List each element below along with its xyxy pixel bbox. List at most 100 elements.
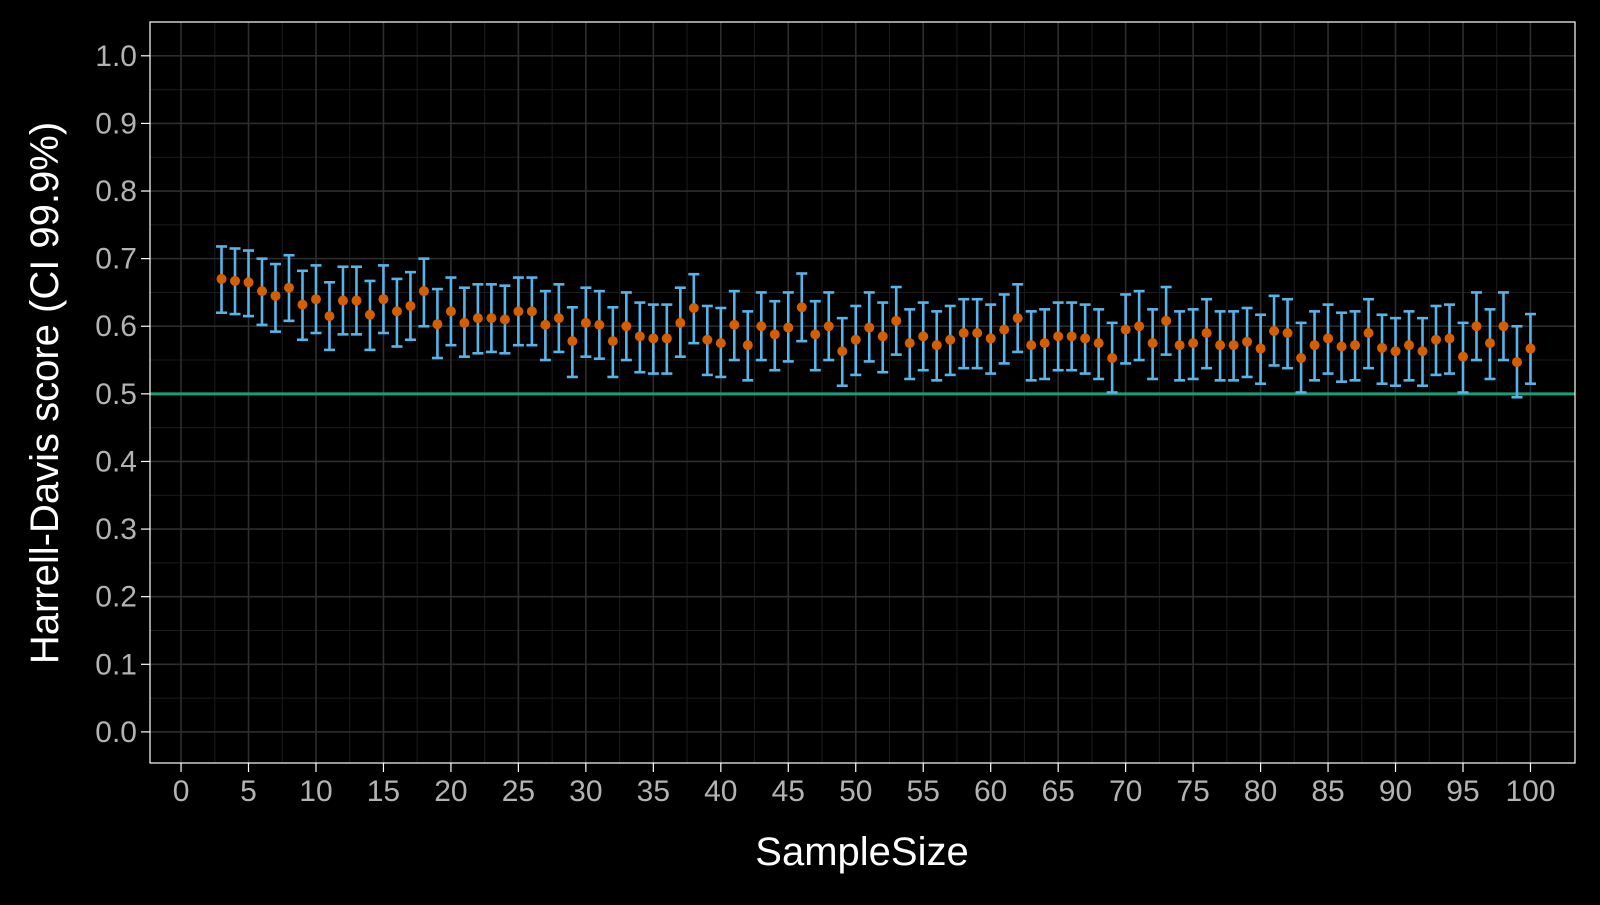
data-point (243, 277, 254, 288)
data-point (351, 295, 362, 306)
harrell-davis-chart: 0 5 10 15 20 25 30 35 40 45 50 55 60 65 70 75 80 85 90 95 10… (23, 21, 1576, 874)
y-tick-label: 0.2 (95, 581, 137, 614)
y-tick-label: 0.6 (95, 310, 137, 343)
data-point (1093, 338, 1104, 349)
data-point (1039, 338, 1050, 349)
data-point (769, 329, 780, 340)
y-tick-label: 0.0 (95, 716, 137, 749)
data-point (1026, 340, 1037, 351)
x-tick-label: 5 (240, 775, 257, 808)
y-tick-label: 0.7 (95, 243, 137, 276)
data-point (1498, 321, 1509, 332)
x-tick-label: 35 (637, 775, 670, 808)
y-tick-label: 0.4 (95, 445, 137, 478)
data-point (904, 338, 915, 349)
data-point (675, 317, 686, 328)
data-point (405, 300, 416, 311)
data-point (1134, 321, 1145, 332)
data-point (580, 317, 591, 328)
data-point (1188, 338, 1199, 349)
data-point (1431, 334, 1442, 345)
y-axis: 0.0 0.1 0.2 0.3 0.4 0.5 0.6 0.7 0.8 0.9 1.0 (95, 40, 150, 749)
data-point (634, 331, 645, 342)
x-tick-label: 60 (974, 775, 1007, 808)
data-point (1080, 333, 1091, 344)
x-tick-label: 70 (1109, 775, 1142, 808)
data-point (1120, 324, 1131, 335)
data-point (472, 313, 483, 324)
data-point (378, 294, 389, 305)
x-tick-label: 30 (569, 775, 602, 808)
data-point (553, 313, 564, 324)
x-tick-label: 40 (704, 775, 737, 808)
data-point (1228, 340, 1239, 351)
x-tick-label: 65 (1041, 775, 1074, 808)
data-point (418, 286, 429, 297)
data-point (1215, 340, 1226, 351)
data-point (499, 314, 510, 325)
data-point (1053, 331, 1064, 342)
data-point (999, 324, 1010, 335)
data-point (756, 321, 767, 332)
x-tick-label: 45 (772, 775, 805, 808)
data-point (837, 346, 848, 357)
data-point (1484, 338, 1495, 349)
data-point (540, 319, 551, 330)
data-point (1269, 325, 1280, 336)
data-point (216, 273, 227, 284)
data-point (364, 309, 375, 320)
data-point (432, 319, 443, 330)
data-point (1066, 331, 1077, 342)
data-point (918, 331, 929, 342)
x-tick-label: 75 (1176, 775, 1209, 808)
data-point (715, 338, 726, 349)
x-tick-label: 85 (1311, 775, 1344, 808)
data-point (1471, 321, 1482, 332)
data-point (1201, 328, 1212, 339)
data-point (742, 340, 753, 351)
y-axis-title: Harrell-Davis score (CI 99.9%) (23, 122, 67, 664)
data-point (931, 340, 942, 351)
data-point (283, 282, 294, 293)
data-point (391, 306, 402, 317)
x-tick-label: 15 (367, 775, 400, 808)
x-tick-label: 10 (299, 775, 332, 808)
data-point (1457, 351, 1468, 362)
data-point (567, 336, 578, 347)
y-tick-label: 0.5 (95, 378, 137, 411)
y-tick-label: 0.9 (95, 107, 137, 140)
data-point (850, 334, 861, 345)
data-point (1363, 328, 1374, 339)
x-tick-label: 55 (907, 775, 940, 808)
data-point (958, 328, 969, 339)
data-point (621, 321, 632, 332)
data-point (337, 295, 348, 306)
chart-root: 0 5 10 15 20 25 30 35 40 45 50 55 60 65 70 75 80 85 90 95 10… (0, 0, 1600, 900)
x-tick-label: 100 (1505, 775, 1555, 808)
data-point (972, 328, 983, 339)
x-axis-title: SampleSize (755, 830, 968, 874)
data-point (459, 317, 470, 328)
data-point (1377, 342, 1388, 353)
data-point (877, 331, 888, 342)
data-point (1161, 315, 1172, 326)
data-point (945, 334, 956, 345)
data-point (1255, 343, 1266, 354)
x-tick-label: 25 (502, 775, 535, 808)
data-point (1525, 343, 1536, 354)
data-point (864, 322, 875, 333)
data-point (648, 333, 659, 344)
data-point (257, 286, 268, 297)
data-point (823, 321, 834, 332)
y-tick-label: 0.1 (95, 648, 137, 681)
data-point (1296, 353, 1307, 364)
data-point (1174, 340, 1185, 351)
data-point (324, 311, 335, 322)
data-point (513, 306, 524, 317)
data-point (1012, 313, 1023, 324)
x-tick-label: 80 (1244, 775, 1277, 808)
y-tick-label: 0.8 (95, 175, 137, 208)
data-point (1107, 353, 1118, 364)
data-point (1282, 328, 1293, 339)
data-point (1242, 336, 1253, 347)
